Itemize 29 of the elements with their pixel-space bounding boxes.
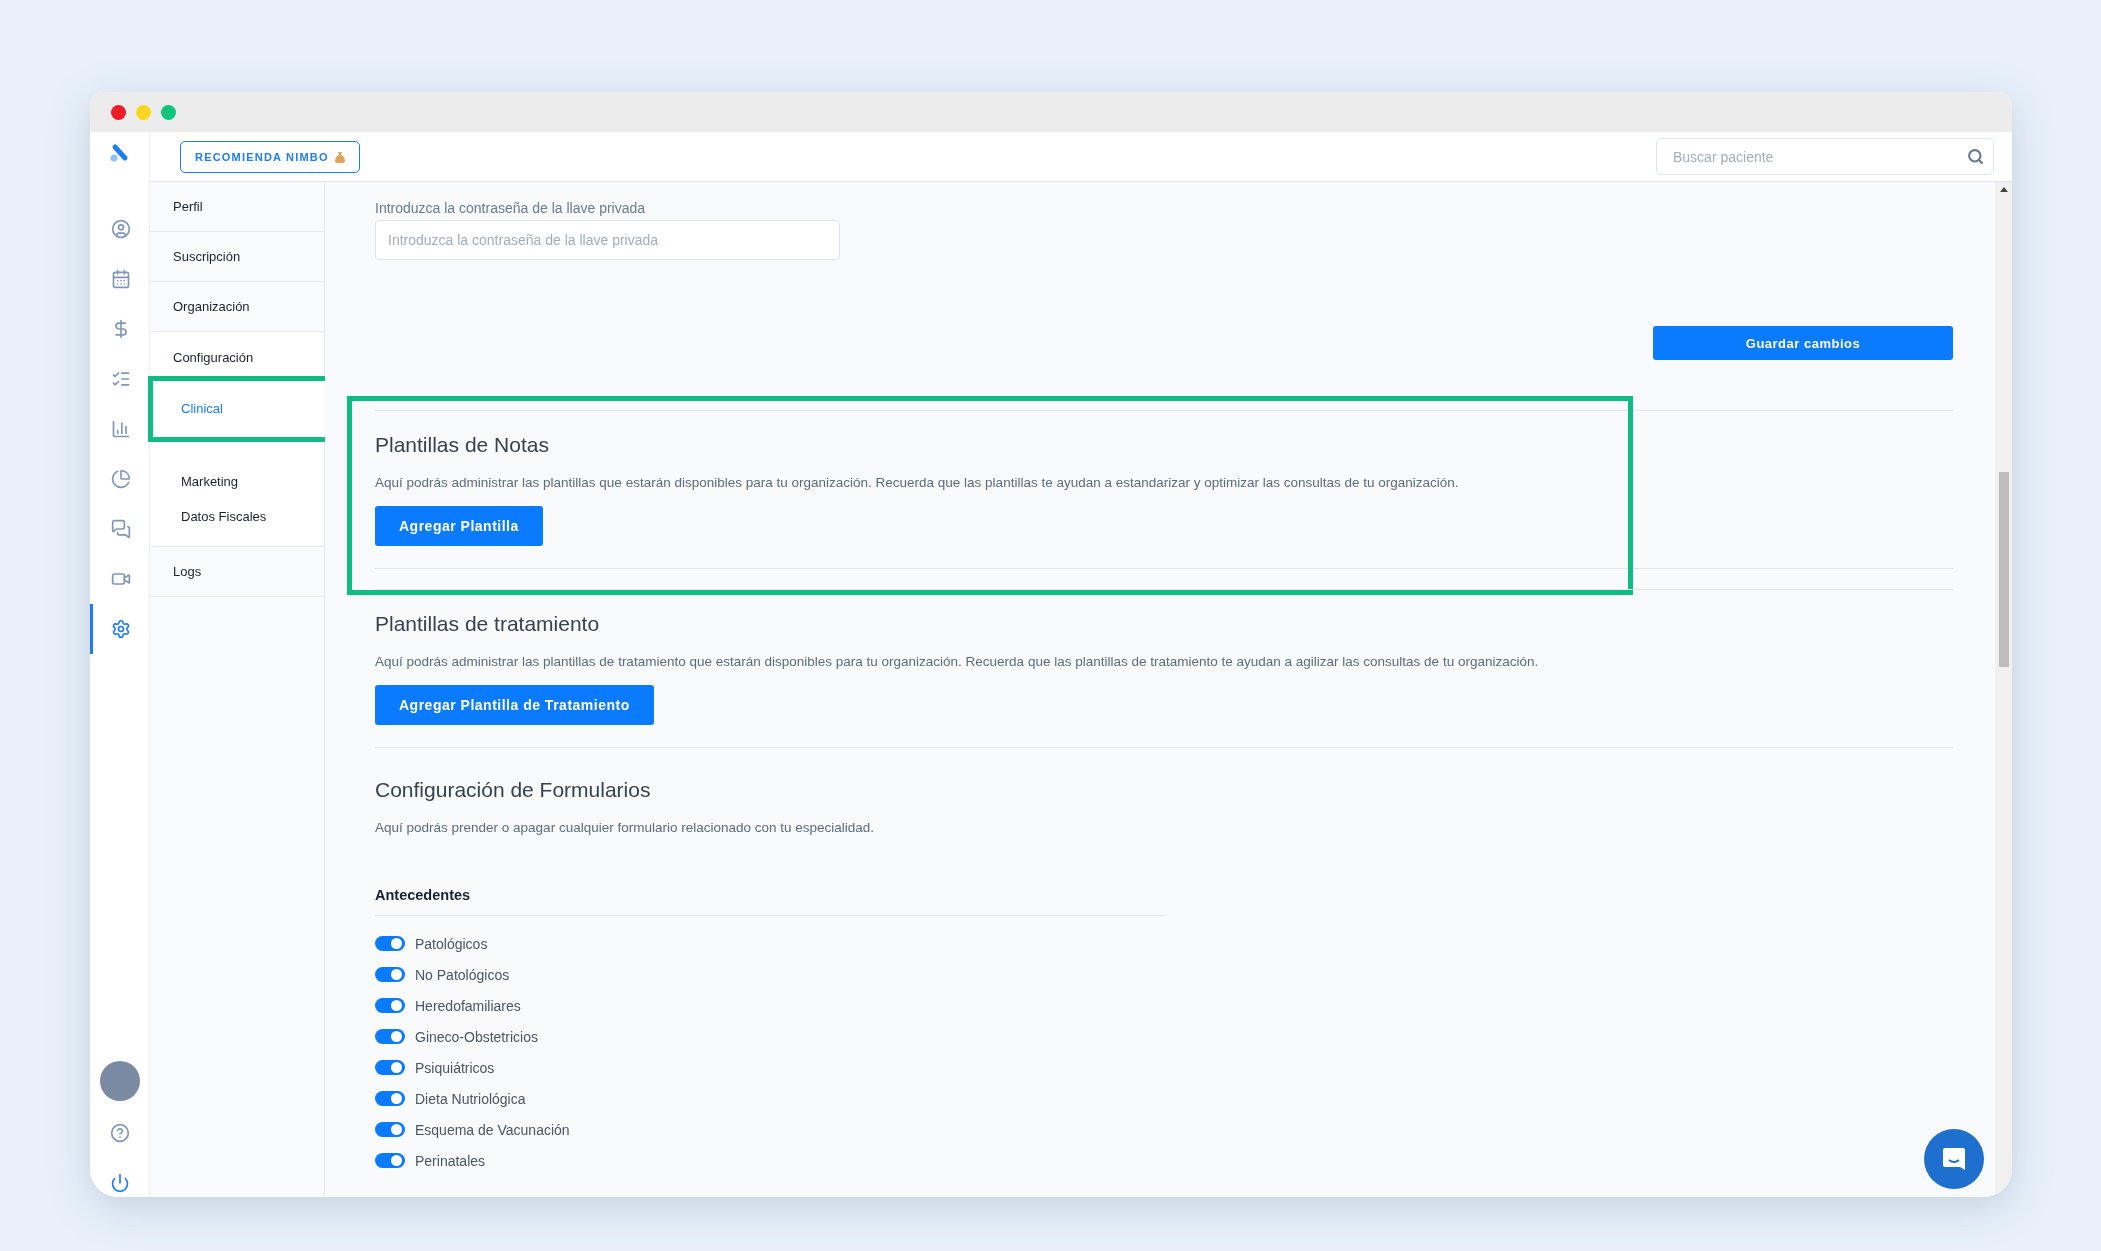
nav-item[interactable]: Perfil [150, 182, 324, 232]
section-title: Configuración de Formularios [375, 778, 652, 802]
password-field[interactable]: Introduzca la contraseña de la llave privada [375, 220, 840, 260]
toggle-label: Gineco-Obstetricios [415, 1028, 538, 1045]
field-label: Introduzca la contraseña de la llave privada [375, 200, 647, 216]
toggle-label: Esquema de Vacunación [415, 1121, 570, 1138]
section-description: Aquí podrás administrar las plantillas que estarán disponibles para tu organización. Recuerda que las plantillas te ayudan a estandarizar y optimizar las consultas de tu organización. [375, 475, 1460, 490]
section-description: Aquí podrás prender o apagar cualquier formulario relacionado con tu especialidad. [375, 820, 876, 835]
add-template-button[interactable]: Agregar Plantilla de Tratamiento [375, 685, 654, 725]
toggle-label: Psiquiátricos [415, 1059, 495, 1076]
toggle-label: No Patológicos [415, 966, 510, 983]
toggle-label: Heredofamiliares [415, 997, 521, 1014]
toggle-label: Dieta Nutriológica [415, 1090, 526, 1107]
toggle-label: Patológicos [415, 935, 488, 952]
nav-item[interactable]: Suscripción [150, 232, 324, 282]
section-title: Plantillas de tratamiento [375, 612, 601, 636]
save-button[interactable]: Guardar cambios [1653, 326, 1953, 360]
nav-item[interactable]: Logs [150, 547, 324, 597]
nav-subitem[interactable]: Datos Fiscales [150, 499, 324, 534]
nav-subitem[interactable]: Clinical [153, 391, 327, 426]
add-template-button[interactable]: Agregar Plantilla [375, 506, 543, 546]
toggle-label: Perinatales [415, 1152, 486, 1169]
search-field[interactable]: Buscar paciente [1656, 138, 1994, 175]
group-title: Antecedentes [375, 887, 1165, 916]
section-description: Aquí podrás administrar las plantillas de tratamiento que estarán disponibles para tu organización. Recuerda que las plantillas de tratamiento te ayudan a agilizar las consultas de tu organización. [375, 654, 1540, 669]
section-title: Plantillas de Notas [375, 433, 550, 457]
nav-subitem[interactable]: Marketing [150, 464, 324, 499]
nav-item[interactable]: Configuración [150, 350, 324, 372]
referral-button[interactable]: RECOMIENDA NIMBO [180, 140, 360, 173]
